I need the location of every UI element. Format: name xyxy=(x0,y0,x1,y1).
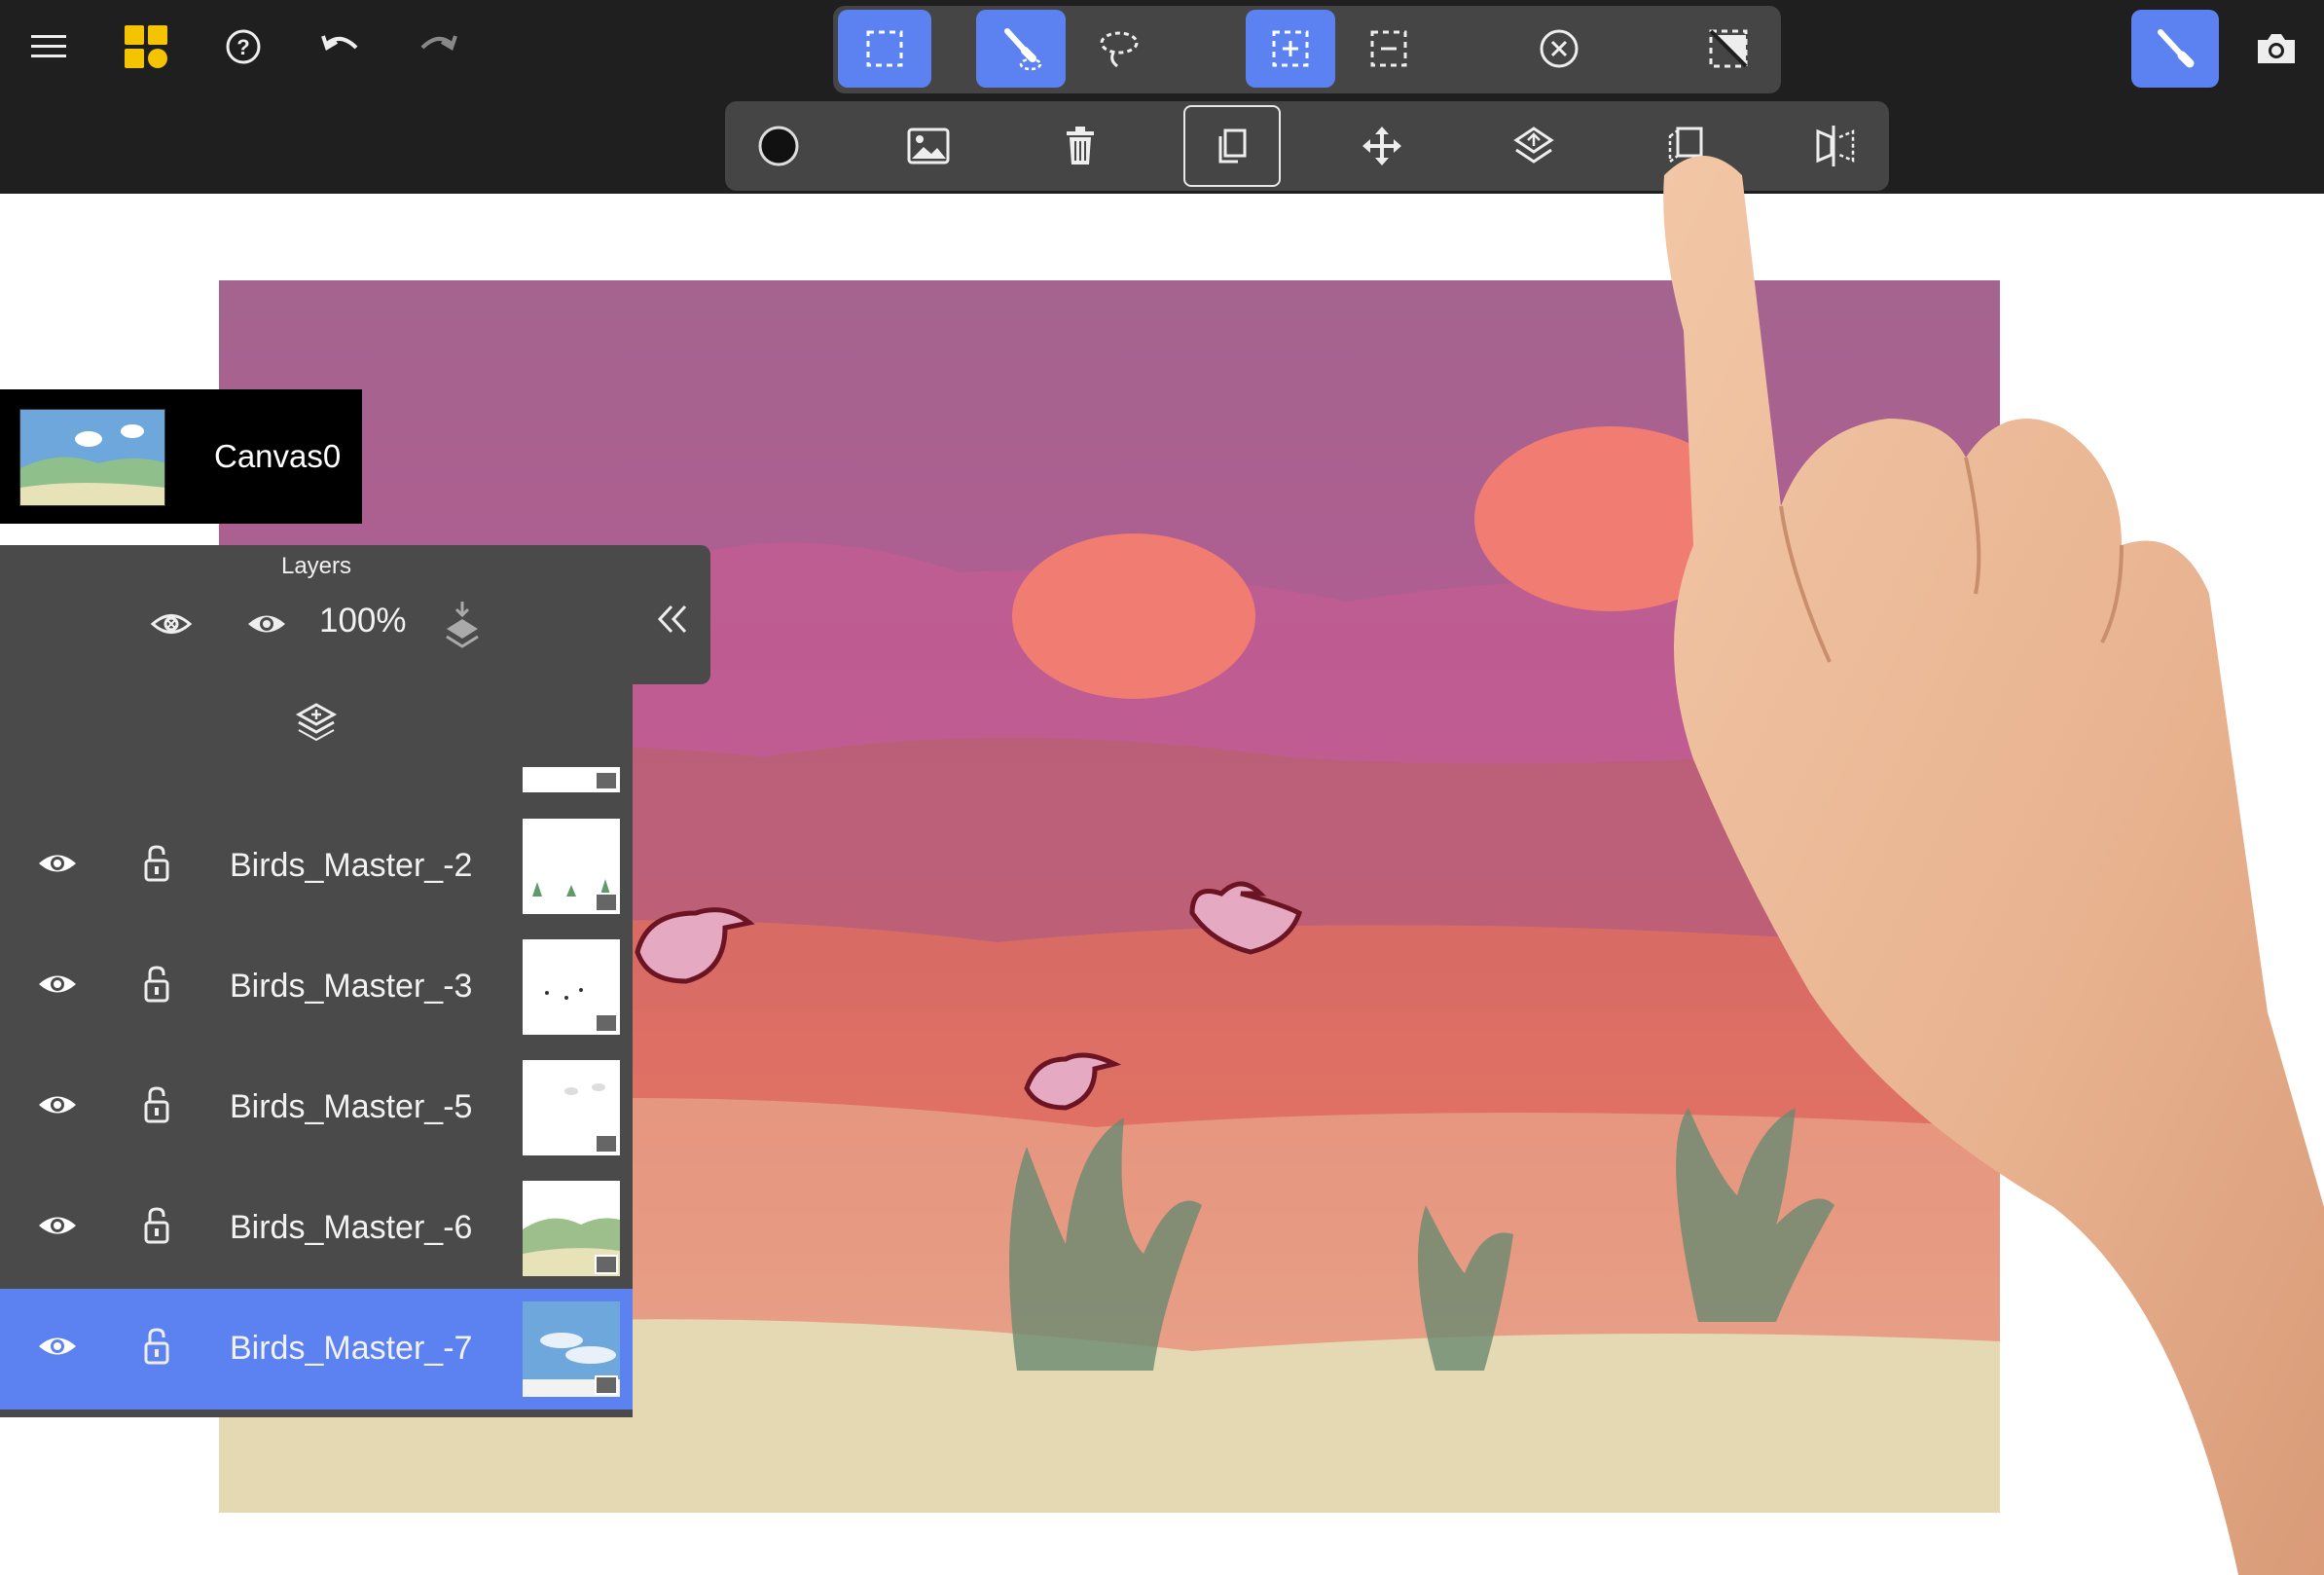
layer-thumbnail xyxy=(523,1301,620,1397)
import-image-button[interactable] xyxy=(890,107,967,185)
copy-button[interactable] xyxy=(1183,105,1281,187)
unlock-icon[interactable] xyxy=(143,1207,170,1246)
layer-row-active[interactable]: Birds_Master_-7 xyxy=(0,1289,633,1410)
add-layer-button[interactable] xyxy=(288,693,345,750)
brush-mode-button[interactable] xyxy=(2131,10,2219,88)
brush-select-button[interactable] xyxy=(976,10,1066,88)
eye-hidden-icon xyxy=(151,614,192,634)
layer-row[interactable]: Birds_Master_-2 xyxy=(0,806,633,927)
select-add-icon xyxy=(1272,30,1309,67)
chevron-double-left-icon xyxy=(657,604,687,634)
lasso-select-icon xyxy=(1100,31,1139,68)
menu-icon xyxy=(31,35,66,57)
layer-name: Birds_Master_-2 xyxy=(230,847,473,884)
unlock-icon[interactable] xyxy=(143,966,170,1005)
eye-icon[interactable] xyxy=(37,1332,78,1361)
camera-button[interactable] xyxy=(2234,10,2318,88)
copy-icon xyxy=(1218,128,1247,164)
layer-thumbnail xyxy=(523,819,620,914)
layer-row[interactable]: Birds_Master_-6 xyxy=(0,1168,633,1289)
fill-circle-button[interactable] xyxy=(740,107,817,185)
help-button[interactable]: ? xyxy=(216,19,271,74)
layers-list: Birds_Master_-2 Birds_Master_-3 Birds_Ma… xyxy=(0,681,633,1417)
layer-icon xyxy=(1513,127,1554,164)
flip-icon xyxy=(1668,127,1703,165)
rect-select-icon xyxy=(866,30,903,67)
layer-row[interactable]: Birds_Master_-3 xyxy=(0,927,633,1047)
layer-name: Birds_Master_-6 xyxy=(230,1209,473,1246)
top-toolbar: ? xyxy=(0,0,2324,194)
merge-down-button[interactable] xyxy=(438,596,487,652)
delete-button[interactable] xyxy=(1041,107,1119,185)
canvas-thumbnail xyxy=(19,409,165,506)
lasso-select-button[interactable] xyxy=(1074,10,1164,88)
move-button[interactable] xyxy=(1343,107,1421,185)
layer-thumbnail xyxy=(523,939,620,1035)
select-subtract-icon xyxy=(1370,30,1407,67)
help-icon: ? xyxy=(226,29,261,64)
canvas-tile[interactable]: Canvas0 xyxy=(0,389,362,524)
flip-button[interactable] xyxy=(1647,107,1725,185)
unlock-icon[interactable] xyxy=(143,1328,170,1367)
invert-selection-icon xyxy=(1709,29,1748,68)
layer-opacity-value[interactable]: 100% xyxy=(319,602,407,641)
layer-name: Birds_Master_-7 xyxy=(230,1330,473,1367)
undo-button[interactable] xyxy=(313,19,368,74)
rect-select-button[interactable] xyxy=(838,10,931,88)
brush-select-icon xyxy=(1004,28,1042,71)
layer-button[interactable] xyxy=(1495,107,1573,185)
merge-down-icon xyxy=(446,602,479,648)
layer-thumbnail-partial xyxy=(523,767,620,792)
eye-icon xyxy=(248,615,285,633)
layers-title: Layers xyxy=(280,553,352,579)
layer-thumbnail xyxy=(523,1181,620,1276)
delete-icon xyxy=(1067,127,1094,165)
select-subtract-button[interactable] xyxy=(1344,10,1434,88)
svg-text:?: ? xyxy=(236,35,249,59)
deselect-icon xyxy=(1540,29,1579,68)
add-layer-icon xyxy=(295,703,338,742)
redo-icon xyxy=(420,35,457,51)
redo-button[interactable] xyxy=(411,19,465,74)
mirror-icon xyxy=(1816,126,1855,166)
collapse-panel-button[interactable] xyxy=(647,594,698,644)
layer-row[interactable]: Birds_Master_-5 xyxy=(0,1047,633,1168)
layer-name: Birds_Master_-5 xyxy=(230,1088,473,1125)
unlock-icon[interactable] xyxy=(143,1086,170,1125)
move-icon xyxy=(1362,127,1401,165)
unlock-icon[interactable] xyxy=(143,845,170,884)
canvas-name: Canvas0 xyxy=(214,438,342,474)
eye-icon[interactable] xyxy=(37,1211,78,1240)
select-add-button[interactable] xyxy=(1246,10,1335,88)
gallery-button[interactable] xyxy=(119,19,173,74)
mirror-button[interactable] xyxy=(1797,107,1874,185)
gallery-grid-icon xyxy=(125,25,167,68)
circle-fill-icon xyxy=(758,126,799,166)
undo-icon xyxy=(321,35,358,51)
menu-button[interactable] xyxy=(21,19,76,74)
image-icon xyxy=(907,128,950,165)
camera-icon xyxy=(2258,34,2295,63)
layer-thumbnail xyxy=(523,1060,620,1155)
eye-icon[interactable] xyxy=(37,1090,78,1119)
invert-selection-button[interactable] xyxy=(1684,10,1773,88)
eye-icon[interactable] xyxy=(37,970,78,999)
layer-visibility-button[interactable] xyxy=(241,599,292,649)
eye-icon[interactable] xyxy=(37,849,78,878)
layers-panel-header: Layers 100% xyxy=(0,545,710,684)
deselect-button[interactable] xyxy=(1514,10,1604,88)
layer-name: Birds_Master_-3 xyxy=(230,968,473,1005)
brush-mode-icon xyxy=(2158,29,2195,68)
hide-all-layers-button[interactable] xyxy=(146,599,197,649)
